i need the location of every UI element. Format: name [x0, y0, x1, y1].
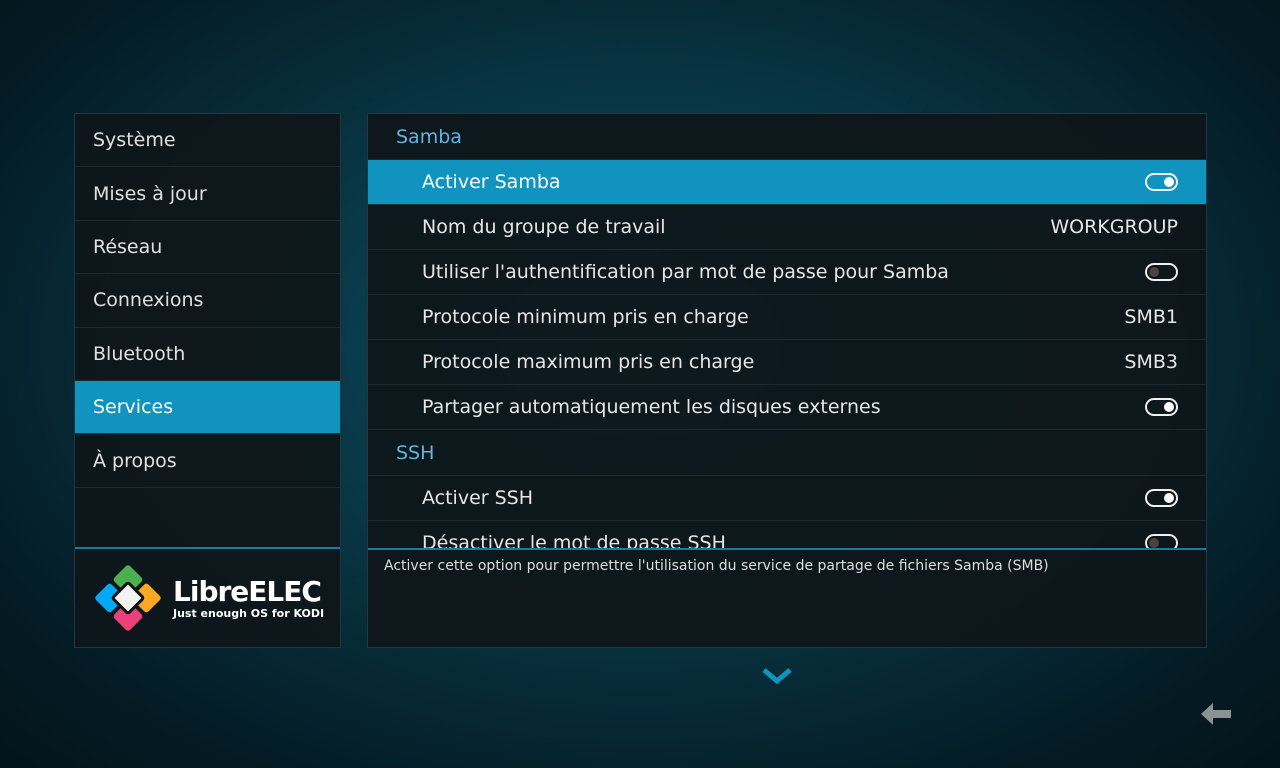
- setting-label: Désactiver le mot de passe SSH: [422, 532, 726, 548]
- menu-item-services[interactable]: Services: [75, 380, 340, 435]
- settings-panel: Samba Activer Samba Nom du groupe de trava…: [367, 113, 1207, 648]
- menu-item--propos[interactable]: À propos: [75, 434, 340, 488]
- setting-label: Activer SSH: [422, 487, 534, 509]
- logo-name: LibreELEC: [173, 574, 322, 608]
- settings-list: Samba Activer Samba Nom du groupe de trava…: [368, 114, 1206, 548]
- menu-item-label: Mises à jour: [93, 182, 207, 205]
- scroll-down-icon[interactable]: [761, 667, 793, 685]
- librelec-logo-icon: [95, 565, 161, 631]
- setting-value: SMB3: [1124, 351, 1178, 373]
- back-arrow-icon[interactable]: [1199, 701, 1233, 727]
- menu-item-syst-me[interactable]: Système: [75, 114, 340, 168]
- toggle-switch[interactable]: [1145, 173, 1178, 191]
- menu-item-label: Bluetooth: [93, 342, 186, 365]
- setting-label: Nom du groupe de travail: [422, 216, 666, 238]
- setting-label: Protocole minimum pris en charge: [422, 306, 749, 328]
- setting-label: Utiliser l'authentification par mot de p…: [422, 261, 949, 283]
- menu-item-connexions[interactable]: Connexions: [75, 274, 340, 328]
- menu-item-label: Services: [93, 396, 174, 419]
- librelec-logo: LibreELEC Just enough OS for KODI: [75, 547, 340, 647]
- setting-label: Activer Samba: [422, 171, 561, 193]
- menu-item-r-seau[interactable]: Réseau: [75, 221, 340, 275]
- menu-item-mises-jour[interactable]: Mises à jour: [75, 167, 340, 221]
- setting-description: Activer cette option pour permettre l'ut…: [368, 548, 1206, 648]
- setting-row[interactable]: Partager automatiquement les disques ext…: [368, 385, 1206, 430]
- menu-item-bluetooth[interactable]: Bluetooth: [75, 328, 340, 381]
- menu-item-label: Réseau: [93, 235, 163, 258]
- toggle-switch[interactable]: [1145, 534, 1178, 548]
- logo-tagline: Just enough OS for KODI: [173, 606, 325, 620]
- setting-label: Protocole maximum pris en charge: [422, 351, 755, 373]
- toggle-switch[interactable]: [1145, 489, 1178, 507]
- menu-item-label: À propos: [93, 449, 177, 472]
- setting-row[interactable]: Utiliser l'authentification par mot de p…: [368, 250, 1206, 295]
- setting-row[interactable]: Désactiver le mot de passe SSH: [368, 521, 1206, 548]
- toggle-switch[interactable]: [1145, 263, 1178, 281]
- toggle-switch[interactable]: [1145, 398, 1178, 416]
- menu-item-label: Système: [93, 129, 176, 152]
- section-header: Samba: [368, 114, 1206, 160]
- setting-value: SMB1: [1124, 306, 1178, 328]
- category-menu: Système Mises à jour Réseau Connexions Bluet…: [74, 113, 341, 648]
- menu-item-label: Connexions: [93, 289, 204, 312]
- setting-row[interactable]: Activer SSH: [368, 476, 1206, 521]
- setting-label: Partager automatiquement les disques ext…: [422, 396, 881, 418]
- setting-row[interactable]: Protocole minimum pris en charge SMB1: [368, 295, 1206, 340]
- setting-row[interactable]: Nom du groupe de travail WORKGROUP: [368, 205, 1206, 250]
- setting-row[interactable]: Protocole maximum pris en charge SMB3: [368, 340, 1206, 385]
- setting-row[interactable]: Activer Samba: [368, 160, 1206, 205]
- section-header: SSH: [368, 430, 1206, 476]
- setting-value: WORKGROUP: [1050, 216, 1178, 238]
